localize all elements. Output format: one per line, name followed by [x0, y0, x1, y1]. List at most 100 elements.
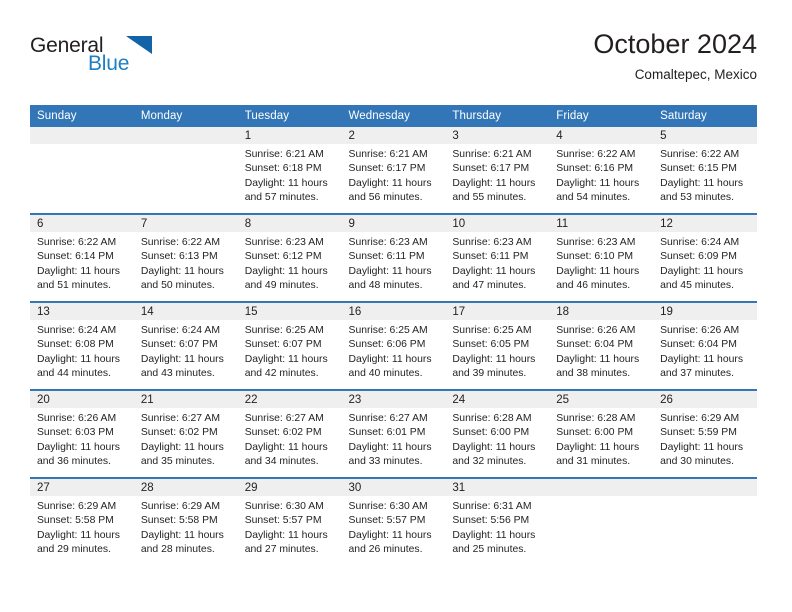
sunset-text: Sunset: 6:14 PM: [37, 251, 114, 263]
sunrise-text: Sunrise: 6:29 AM: [140, 501, 220, 512]
calendar-day-cell[interactable]: 13 Sunrise: 6:24 AM Sunset: 6:08 PM Dayligh…: [30, 301, 134, 390]
calendar-day-cell[interactable]: 15 Sunrise: 6:25 AM Sunset: 6:07 PM Dayligh…: [237, 301, 342, 390]
calendar-day-cell[interactable]: 18 Sunrise: 6:26 AM Sunset: 6:04 PM Dayligh…: [549, 301, 654, 390]
sunrise-text: Sunrise: 6:24 AM: [140, 325, 220, 336]
calendar-day-cell[interactable]: 21 Sunrise: 6:27 AM Sunset: 6:02 PM Dayligh…: [133, 389, 238, 478]
calendar-day-cell[interactable]: 23 Sunrise: 6:27 AM Sunset: 6:01 PM Dayligh…: [341, 389, 446, 478]
sunrise-text: Sunrise: 6:23 AM: [556, 237, 636, 248]
day-number: 25: [549, 391, 654, 408]
sunrise-text: Sunrise: 6:24 AM: [37, 325, 117, 336]
daylight-text: Daylight: 11 hours and 35 minutes.: [140, 441, 224, 468]
daylight-text: Daylight: 11 hours and 48 minutes.: [348, 265, 432, 292]
weekday-header-thursday: Thursday: [445, 105, 550, 127]
day-details: Sunrise: 6:23 AM Sunset: 6:12 PM Daylight:…: [238, 232, 342, 294]
day-number: 31: [445, 479, 550, 496]
sunset-text: Sunset: 6:00 PM: [556, 427, 634, 439]
day-details: Sunrise: 6:28 AM Sunset: 6:00 PM Daylight:…: [445, 408, 549, 470]
daylight-text: Daylight: 11 hours and 55 minutes.: [452, 177, 536, 204]
general-blue-logo[interactable]: General Blue: [30, 34, 180, 82]
calendar-day-cell[interactable]: 16 Sunrise: 6:25 AM Sunset: 6:06 PM Dayligh…: [341, 301, 446, 390]
sunset-text: Sunset: 6:16 PM: [556, 163, 634, 175]
calendar-day-cell[interactable]: 31 Sunrise: 6:31 AM Sunset: 5:56 PM Dayligh…: [445, 477, 550, 565]
daylight-text: Daylight: 11 hours and 29 minutes.: [37, 529, 120, 556]
day-details: Sunrise: 6:29 AM Sunset: 5:58 PM Daylight:…: [134, 496, 238, 558]
calendar-day-cell[interactable]: 4 Sunrise: 6:22 AM Sunset: 6:16 PM Daylight…: [549, 127, 654, 214]
day-details: Sunrise: 6:30 AM Sunset: 5:57 PM Daylight:…: [238, 496, 342, 558]
day-details: Sunrise: 6:26 AM Sunset: 6:04 PM Daylight:…: [653, 320, 757, 382]
sunset-text: Sunset: 6:02 PM: [244, 427, 322, 439]
calendar-week-row: 6 Sunrise: 6:22 AM Sunset: 6:14 PM Daylight…: [30, 213, 757, 302]
day-details: Sunrise: 6:28 AM Sunset: 6:00 PM Daylight:…: [549, 408, 653, 470]
calendar-day-cell[interactable]: 11 Sunrise: 6:23 AM Sunset: 6:10 PM Dayligh…: [549, 213, 654, 302]
calendar-day-cell[interactable]: 27 Sunrise: 6:29 AM Sunset: 5:58 PM Dayligh…: [30, 477, 134, 565]
logo-text-blue: Blue: [88, 52, 130, 75]
daylight-text: Daylight: 11 hours and 36 minutes.: [37, 441, 120, 468]
day-number: 18: [549, 303, 654, 320]
day-number: 24: [445, 391, 550, 408]
sunset-text: Sunset: 6:15 PM: [660, 163, 737, 175]
day-details: Sunrise: 6:23 AM Sunset: 6:11 PM Daylight:…: [342, 232, 446, 294]
daylight-text: Daylight: 11 hours and 49 minutes.: [244, 265, 328, 292]
sunset-text: Sunset: 5:56 PM: [452, 515, 530, 527]
calendar-week-row: 20 Sunrise: 6:26 AM Sunset: 6:03 PM Dayligh…: [30, 389, 757, 478]
day-number: 12: [653, 215, 757, 232]
sunrise-text: Sunrise: 6:23 AM: [452, 237, 532, 248]
calendar-day-cell[interactable]: 3 Sunrise: 6:21 AM Sunset: 6:17 PM Daylight…: [445, 127, 550, 214]
daylight-text: Daylight: 11 hours and 44 minutes.: [37, 353, 120, 380]
calendar-week-row: 27 Sunrise: 6:29 AM Sunset: 5:58 PM Dayligh…: [30, 477, 757, 565]
day-details: Sunrise: 6:21 AM Sunset: 6:18 PM Daylight:…: [238, 144, 342, 206]
sunrise-text: Sunrise: 6:27 AM: [140, 413, 220, 424]
day-details: Sunrise: 6:23 AM Sunset: 6:11 PM Daylight:…: [445, 232, 549, 294]
calendar-day-cell[interactable]: 7 Sunrise: 6:22 AM Sunset: 6:13 PM Daylight…: [133, 213, 238, 302]
calendar-day-cell[interactable]: 1 Sunrise: 6:21 AM Sunset: 6:18 PM Daylight…: [237, 127, 342, 214]
sunrise-text: Sunrise: 6:31 AM: [452, 501, 532, 512]
day-details: Sunrise: 6:22 AM Sunset: 6:14 PM Daylight:…: [30, 232, 134, 294]
calendar-day-cell[interactable]: 2 Sunrise: 6:21 AM Sunset: 6:17 PM Daylight…: [341, 127, 446, 214]
daylight-text: Daylight: 11 hours and 25 minutes.: [452, 529, 536, 556]
day-number: [133, 127, 238, 144]
calendar-day-cell[interactable]: 20 Sunrise: 6:26 AM Sunset: 6:03 PM Dayligh…: [30, 389, 134, 478]
day-details: Sunrise: 6:22 AM Sunset: 6:13 PM Daylight:…: [134, 232, 238, 294]
daylight-text: Daylight: 11 hours and 28 minutes.: [140, 529, 224, 556]
calendar-cell-empty: [133, 127, 238, 214]
sunset-text: Sunset: 6:04 PM: [660, 339, 737, 351]
weekday-header-friday: Friday: [549, 105, 654, 127]
sunrise-text: Sunrise: 6:30 AM: [244, 501, 324, 512]
day-details: Sunrise: 6:21 AM Sunset: 6:17 PM Daylight:…: [342, 144, 446, 206]
calendar-day-cell[interactable]: 8 Sunrise: 6:23 AM Sunset: 6:12 PM Daylight…: [237, 213, 342, 302]
calendar-day-cell[interactable]: 28 Sunrise: 6:29 AM Sunset: 5:58 PM Dayligh…: [133, 477, 238, 565]
calendar-day-cell[interactable]: 19 Sunrise: 6:26 AM Sunset: 6:04 PM Dayligh…: [653, 301, 757, 390]
calendar-day-cell[interactable]: 10 Sunrise: 6:23 AM Sunset: 6:11 PM Dayligh…: [445, 213, 550, 302]
calendar-day-cell[interactable]: 24 Sunrise: 6:28 AM Sunset: 6:00 PM Dayligh…: [445, 389, 550, 478]
day-number: [653, 479, 757, 496]
calendar-day-cell[interactable]: 9 Sunrise: 6:23 AM Sunset: 6:11 PM Daylight…: [341, 213, 446, 302]
calendar-day-cell[interactable]: 30 Sunrise: 6:30 AM Sunset: 5:57 PM Dayligh…: [341, 477, 446, 565]
day-number: 30: [341, 479, 446, 496]
day-details: Sunrise: 6:30 AM Sunset: 5:57 PM Daylight:…: [342, 496, 446, 558]
sunset-text: Sunset: 6:03 PM: [37, 427, 114, 439]
calendar-table: Sunday Monday Tuesday Wednesday Thursday…: [30, 105, 757, 565]
day-number: 20: [30, 391, 134, 408]
sunrise-text: Sunrise: 6:25 AM: [452, 325, 532, 336]
daylight-text: Daylight: 11 hours and 30 minutes.: [660, 441, 744, 468]
calendar-day-cell[interactable]: 5 Sunrise: 6:22 AM Sunset: 6:15 PM Daylight…: [653, 127, 757, 214]
calendar-day-cell[interactable]: 14 Sunrise: 6:24 AM Sunset: 6:07 PM Dayligh…: [133, 301, 238, 390]
calendar-day-cell[interactable]: 25 Sunrise: 6:28 AM Sunset: 6:00 PM Dayligh…: [549, 389, 654, 478]
calendar-day-cell[interactable]: 6 Sunrise: 6:22 AM Sunset: 6:14 PM Daylight…: [30, 213, 134, 302]
calendar-day-cell[interactable]: 29 Sunrise: 6:30 AM Sunset: 5:57 PM Dayligh…: [237, 477, 342, 565]
day-details: Sunrise: 6:25 AM Sunset: 6:06 PM Daylight:…: [342, 320, 446, 382]
sunset-text: Sunset: 6:11 PM: [348, 251, 425, 263]
calendar-day-cell[interactable]: 17 Sunrise: 6:25 AM Sunset: 6:05 PM Dayligh…: [445, 301, 550, 390]
day-details: Sunrise: 6:26 AM Sunset: 6:04 PM Daylight:…: [549, 320, 653, 382]
sunset-text: Sunset: 6:10 PM: [556, 251, 634, 263]
sunset-text: Sunset: 5:58 PM: [140, 515, 218, 527]
day-number: [30, 127, 134, 144]
calendar-day-cell[interactable]: 12 Sunrise: 6:24 AM Sunset: 6:09 PM Dayligh…: [653, 213, 757, 302]
weekday-header-tuesday: Tuesday: [237, 105, 342, 127]
page-title: October 2024: [593, 29, 757, 59]
sunset-text: Sunset: 6:08 PM: [37, 339, 114, 351]
daylight-text: Daylight: 11 hours and 26 minutes.: [348, 529, 432, 556]
calendar-day-cell[interactable]: 26 Sunrise: 6:29 AM Sunset: 5:59 PM Dayligh…: [653, 389, 757, 478]
sunset-text: Sunset: 6:17 PM: [348, 163, 426, 175]
calendar-day-cell[interactable]: 22 Sunrise: 6:27 AM Sunset: 6:02 PM Dayligh…: [237, 389, 342, 478]
